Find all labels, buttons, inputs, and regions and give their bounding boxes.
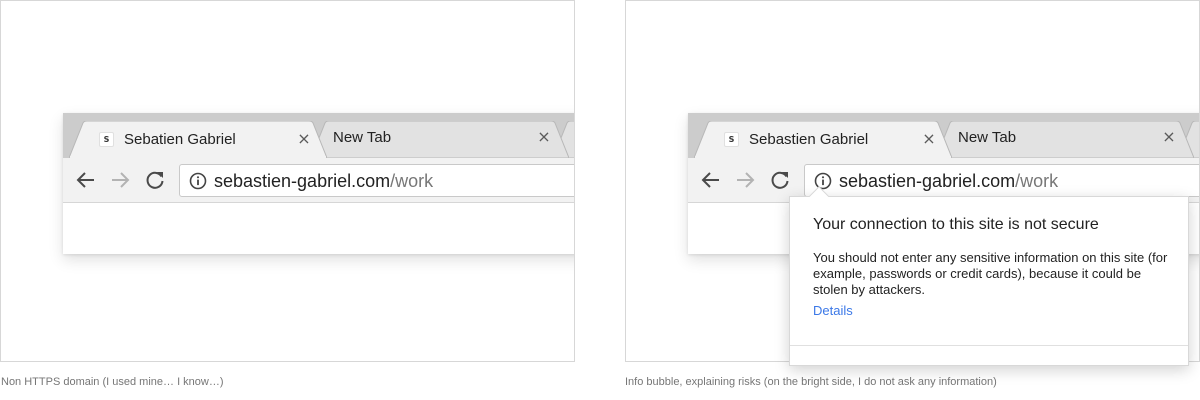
bubble-title: Your connection to this site is not secu… [813, 216, 1099, 233]
close-icon[interactable]: × [920, 130, 938, 148]
forward-arrow-icon[interactable] [733, 168, 757, 192]
address-bar[interactable]: sebastien-gabriel.com/work [804, 164, 1199, 197]
page-content [63, 203, 574, 254]
tab-new-tab[interactable]: New Tab × [311, 121, 569, 158]
reload-icon[interactable] [768, 168, 792, 192]
close-icon[interactable]: × [535, 128, 553, 146]
tab-active[interactable]: S Sebastien Gabriel × [694, 121, 952, 158]
browser-window: New Tab × S Sebatien Gabriel × sebastien… [63, 113, 574, 254]
info-icon[interactable] [189, 172, 207, 190]
connection-info-bubble: Your connection to this site is not secu… [789, 186, 1189, 366]
toolbar: sebastien-gabriel.com/work [63, 158, 574, 203]
back-arrow-icon[interactable] [74, 168, 98, 192]
caption-left: Non HTTPS domain (I used mine… I know…) [1, 376, 224, 388]
address-bar[interactable]: sebastien-gabriel.com/work [179, 164, 574, 197]
favicon-icon: S [724, 132, 739, 147]
url-host: sebastien-gabriel.com [214, 171, 391, 191]
left-panel: New Tab × S Sebatien Gabriel × sebastien… [0, 0, 575, 362]
tab-title: New Tab [333, 129, 392, 146]
tab-title: Sebastien Gabriel [749, 131, 869, 148]
close-icon[interactable]: × [295, 130, 313, 148]
reload-icon[interactable] [143, 168, 167, 192]
details-link[interactable]: Details [813, 303, 853, 318]
tab-strip: New Tab × S Sebatien Gabriel × [63, 113, 574, 158]
forward-arrow-icon[interactable] [108, 168, 132, 192]
url-text: sebastien-gabriel.com/work [214, 171, 433, 192]
url-text: sebastien-gabriel.com/work [839, 171, 1058, 192]
tab-strip: New Tab × S Sebastien Gabriel × [688, 113, 1199, 158]
url-path: /work [390, 171, 434, 191]
bubble-body: You should not enter any sensitive infor… [813, 250, 1168, 297]
tab-title: Sebatien Gabriel [124, 131, 236, 148]
url-host: sebastien-gabriel.com [839, 171, 1016, 191]
close-icon[interactable]: × [1160, 128, 1178, 146]
tab-active[interactable]: S Sebatien Gabriel × [69, 121, 327, 158]
url-path: /work [1015, 171, 1059, 191]
back-arrow-icon[interactable] [699, 168, 723, 192]
tab-new-tab[interactable]: New Tab × [936, 121, 1194, 158]
caption-right: Info bubble, explaining risks (on the br… [625, 376, 997, 388]
tab-title: New Tab [958, 129, 1017, 146]
favicon-icon: S [99, 132, 114, 147]
bubble-divider [790, 345, 1188, 346]
